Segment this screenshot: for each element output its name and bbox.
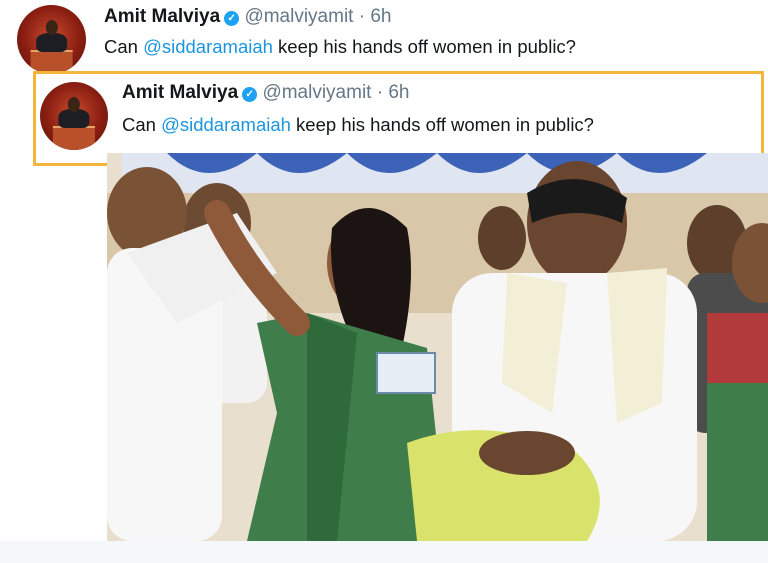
person-graphic — [58, 109, 90, 129]
tweet-photo[interactable] — [107, 153, 768, 541]
page-bottom-gap — [0, 541, 768, 563]
tweet-header: Amit Malviya ✓ @malviyamit · 6h — [104, 6, 392, 28]
tweet-text-start: Can — [122, 114, 162, 135]
quoted-avatar[interactable] — [40, 82, 108, 150]
quoted-author-name[interactable]: Amit Malviya — [122, 82, 238, 103]
mention-link[interactable]: @siddaramaiah — [161, 114, 291, 135]
highlighted-tweet[interactable]: Amit Malviya ✓ @malviyamit · 6h Can @sidd… — [33, 71, 764, 166]
tweet-timestamp[interactable]: 6h — [370, 6, 391, 27]
separator-dot: · — [376, 82, 384, 103]
tweet-text-end: keep his hands off women in public? — [290, 114, 594, 135]
mention-link[interactable]: @siddaramaiah — [143, 36, 273, 57]
verified-icon: ✓ — [224, 11, 240, 26]
tweet-text: Can @siddaramaiah keep his hands off wom… — [104, 36, 576, 58]
separator-dot: · — [358, 6, 366, 27]
tweet-text-end: keep his hands off women in public? — [272, 36, 576, 57]
person-graphic — [35, 32, 68, 52]
podium-graphic — [52, 126, 96, 150]
quoted-tweet-text: Can @siddaramaiah keep his hands off wom… — [122, 114, 594, 136]
quoted-tweet-header: Amit Malviya ✓ @malviyamit · 6h — [122, 82, 410, 104]
photo-illustration — [107, 153, 768, 541]
verified-icon: ✓ — [242, 87, 258, 102]
author-name[interactable]: Amit Malviya — [104, 6, 220, 27]
quoted-author-handle[interactable]: @malviyamit — [262, 82, 371, 103]
tweet-text-start: Can — [104, 36, 144, 57]
quoted-timestamp[interactable]: 6h — [388, 82, 409, 103]
author-handle[interactable]: @malviyamit — [244, 6, 353, 27]
avatar[interactable] — [17, 5, 86, 74]
